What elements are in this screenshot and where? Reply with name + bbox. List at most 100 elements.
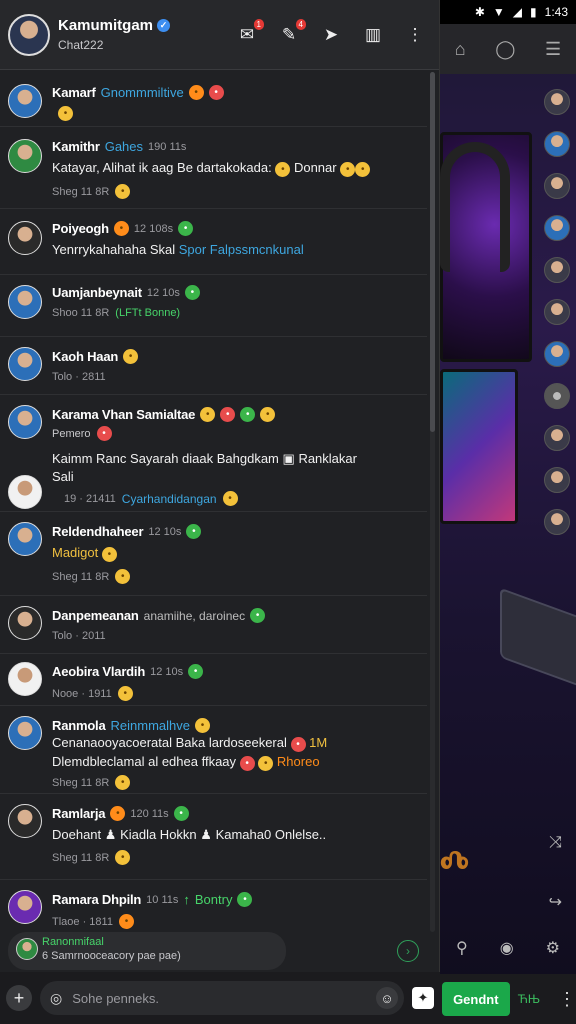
message-link[interactable]: Spor Falpssmcnkunal bbox=[179, 242, 304, 257]
shuffle-icon[interactable]: ⤨ bbox=[549, 834, 562, 852]
avatar[interactable] bbox=[544, 425, 570, 451]
list-item[interactable]: Ramara Dhpiln 10 11s ↑ Bontry • Tlaoe · … bbox=[0, 880, 427, 932]
book-icon[interactable]: ▥ bbox=[363, 25, 383, 45]
chat-subtitle: Chat222 bbox=[58, 38, 104, 52]
avatar[interactable] bbox=[544, 131, 570, 157]
person-icon: ♟ bbox=[104, 827, 117, 842]
avatar[interactable] bbox=[8, 804, 42, 838]
avatar[interactable] bbox=[544, 383, 570, 409]
avatar[interactable] bbox=[8, 522, 42, 556]
gif-picker-button[interactable]: ✦ bbox=[412, 987, 434, 1009]
add-attachment-button[interactable]: + bbox=[6, 985, 32, 1011]
message-text: Kaimm Ranc Sayarah diaak Bahgdkam ▣ Rank… bbox=[52, 451, 357, 466]
list-item[interactable]: Kamithr Gahes 190 11s Katayar, Alihat ik… bbox=[0, 127, 427, 209]
message-link[interactable]: Cyarhandidangan bbox=[122, 492, 217, 506]
scrollbar[interactable] bbox=[430, 72, 435, 932]
avatar[interactable] bbox=[8, 84, 42, 118]
author-name[interactable]: Ramara Dhpiln bbox=[52, 892, 141, 907]
message-meta: Shoo 11 8R bbox=[52, 307, 110, 319]
author-name[interactable]: Kamithr bbox=[52, 139, 100, 154]
emoji-icon: • bbox=[115, 850, 131, 865]
mentions-badge: 4 bbox=[295, 18, 306, 30]
message-text: Madigot • bbox=[52, 545, 419, 562]
list-item[interactable]: Ramlarja • 120 11s • Doehant ♟ Kiadla Ho… bbox=[0, 794, 427, 880]
avatar[interactable] bbox=[8, 285, 42, 319]
author-name[interactable]: Karama Vhan Samialtae bbox=[52, 407, 195, 422]
more-vert-icon[interactable]: ⋮ bbox=[405, 25, 425, 45]
camera-icon[interactable]: ◎ bbox=[50, 990, 62, 1007]
list-item[interactable]: Danpemeanan anamiihe, daroinec • Tolo · … bbox=[0, 596, 427, 654]
avatar[interactable] bbox=[8, 139, 42, 173]
author-name[interactable]: Danpemeanan bbox=[52, 608, 139, 623]
page-title: Kamumitgam ✓ bbox=[58, 17, 237, 34]
message-text: Yenrrykahahaha Skal Spor Falpssmcnkunal bbox=[52, 242, 304, 257]
avatar[interactable] bbox=[8, 221, 42, 255]
avatar[interactable] bbox=[544, 467, 570, 493]
author-name[interactable]: Ramlarja bbox=[52, 806, 106, 821]
list-item[interactable]: Kamarf Gnommmiltive • • • bbox=[0, 72, 427, 127]
avatar[interactable] bbox=[544, 257, 570, 283]
list-item[interactable]: Reldendhaheer 12 10s • Madigot • Sheg 11… bbox=[0, 512, 427, 596]
more-options-icon[interactable]: ⋮ bbox=[558, 989, 576, 1010]
verified-badge-icon: ✓ bbox=[157, 19, 171, 32]
avatar[interactable] bbox=[544, 509, 570, 535]
message-input[interactable] bbox=[72, 990, 366, 1006]
avatar[interactable] bbox=[544, 341, 570, 367]
avatar[interactable] bbox=[544, 89, 570, 115]
keyboard-image bbox=[500, 587, 576, 691]
emoji-icon: • bbox=[115, 775, 131, 790]
author-name[interactable]: Reldendhaheer bbox=[52, 524, 144, 539]
inbox-icon[interactable]: ✉ 1 bbox=[237, 18, 264, 45]
jump-to-reply-icon[interactable]: › bbox=[397, 940, 419, 962]
avatar[interactable] bbox=[8, 405, 42, 439]
emoji-icon: • bbox=[115, 184, 131, 199]
chat-bubble-icon[interactable]: ◯ bbox=[495, 39, 515, 60]
author-name[interactable]: Aeobira Vlardih bbox=[52, 664, 145, 679]
list-item[interactable]: Poiyeogh • 12 108s • Yenrrykahahaha Skal… bbox=[0, 209, 427, 275]
avatar[interactable] bbox=[8, 890, 42, 924]
scrollbar-thumb[interactable] bbox=[430, 72, 435, 432]
list-item[interactable]: Uamjanbeynait 12 10s • Shoo 11 8R (LFTt … bbox=[0, 275, 427, 337]
record-icon[interactable]: ◉ bbox=[500, 938, 514, 958]
avatar[interactable] bbox=[8, 13, 50, 56]
send-button[interactable]: Gendnt bbox=[442, 982, 510, 1016]
reply-author: Ranonmifaal bbox=[42, 936, 104, 948]
author-name[interactable]: Ranmola bbox=[52, 718, 106, 733]
message-text: Doehant ♟ Kiadla Hokkn ♟ Kamaha0 Onlelse… bbox=[52, 827, 327, 842]
background-glyph: Ⰴ bbox=[440, 844, 469, 882]
emoji-icon: • bbox=[113, 221, 129, 236]
settings-icon[interactable]: ⚙ bbox=[546, 938, 560, 958]
message-meta: Tlaoe · 1811 bbox=[52, 915, 113, 928]
message-text: Cenanaooyacoeratal Baka lardoseekeral • … bbox=[52, 735, 328, 752]
pin-icon[interactable]: ➤ bbox=[321, 25, 341, 45]
emoji-icon: • bbox=[250, 608, 266, 623]
author-name[interactable]: Uamjanbeynait bbox=[52, 285, 142, 300]
home-icon[interactable]: ⌂ bbox=[455, 39, 466, 60]
menu-lines-icon[interactable]: ☰ bbox=[545, 39, 561, 60]
avatar[interactable] bbox=[8, 347, 42, 381]
avatar[interactable] bbox=[8, 662, 42, 696]
avatar[interactable] bbox=[544, 299, 570, 325]
list-item[interactable]: Kaoh Haan • Tolo · 2811 bbox=[0, 337, 427, 395]
avatar[interactable] bbox=[8, 475, 42, 509]
search-icon[interactable]: ⚲ bbox=[456, 938, 468, 958]
list-item[interactable]: Ranmola Reinmmalhve • Cenanaooyacoeratal… bbox=[0, 706, 427, 794]
avatar[interactable] bbox=[544, 215, 570, 241]
reply-preview[interactable]: Ranonmifaal 6 Samrnooceacory pae pae) bbox=[8, 932, 286, 970]
forward-icon[interactable]: ↪ bbox=[549, 892, 562, 912]
timestamp: 12 10s bbox=[150, 665, 184, 678]
list-item[interactable]: Karama Vhan Samialtae • • • • Pemero • K… bbox=[0, 395, 427, 512]
member-avatar-column bbox=[544, 89, 570, 535]
emoji-icon: • bbox=[58, 106, 73, 121]
list-item[interactable]: Aeobira Vlardih 12 10s • Nooe · 1911 • bbox=[0, 654, 427, 706]
author-name[interactable]: Kaoh Haan bbox=[52, 349, 118, 364]
avatar[interactable] bbox=[544, 173, 570, 199]
author-name[interactable]: Poiyeogh bbox=[52, 221, 109, 236]
person-icon: ♟ bbox=[200, 827, 212, 842]
avatar[interactable] bbox=[8, 716, 42, 750]
message-list[interactable]: Kamarf Gnommmiltive • • • Kamithr Gahes … bbox=[0, 72, 427, 932]
author-name[interactable]: Kamarf bbox=[52, 85, 96, 100]
mentions-icon[interactable]: ✎ 4 bbox=[279, 18, 306, 45]
avatar[interactable] bbox=[8, 606, 42, 640]
emoji-picker-icon[interactable]: ☺ bbox=[376, 987, 398, 1009]
